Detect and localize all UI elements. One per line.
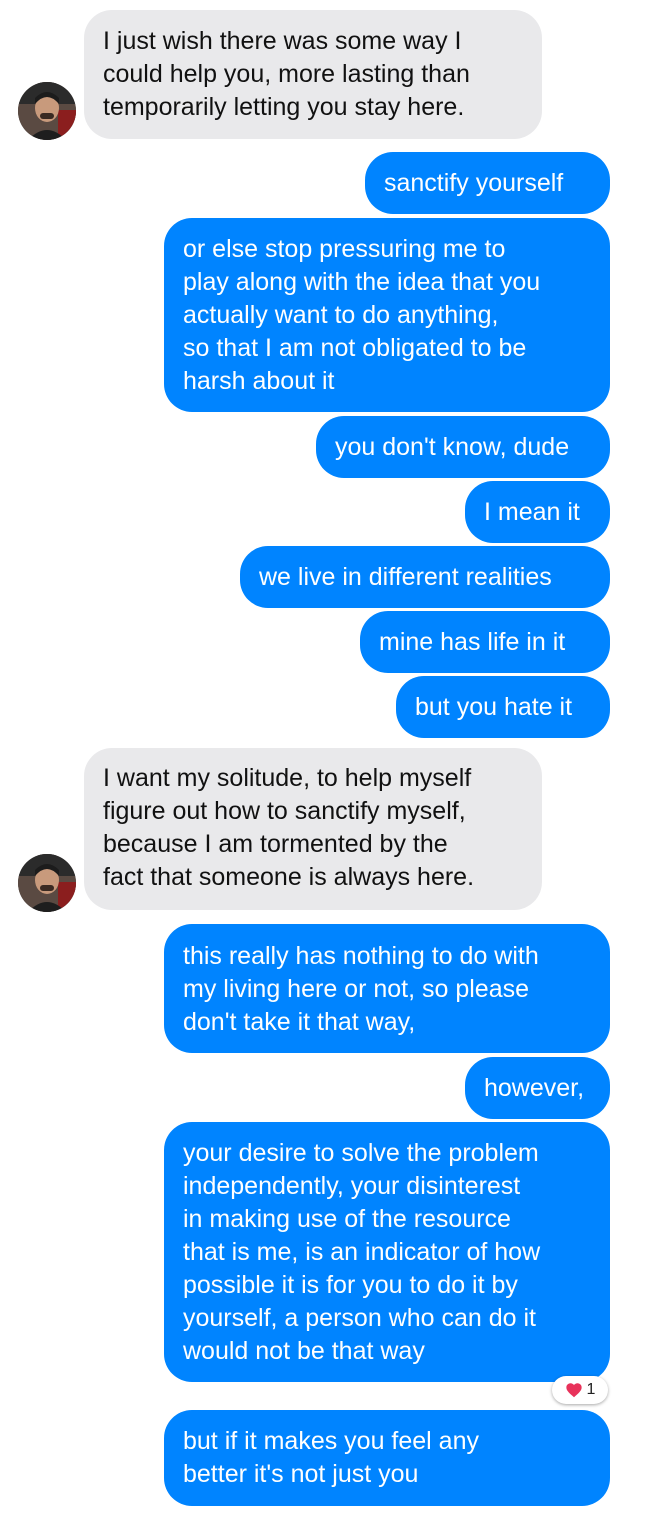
message-line: possible it is for you to do it by <box>183 1271 518 1299</box>
message-line: harsh about it <box>183 367 335 395</box>
message-line: your desire to solve the problem <box>183 1139 539 1167</box>
message-bubble-outgoing[interactable]: however, <box>465 1057 610 1119</box>
message-line: you don't know, dude <box>335 433 570 461</box>
message-line: so that I am not obligated to be <box>183 334 527 362</box>
message-line: play along with the idea that you <box>183 268 541 296</box>
message-bubble-outgoing[interactable]: sanctify yourself <box>365 152 610 214</box>
message-bubble-outgoing[interactable]: I mean it <box>465 481 610 543</box>
message-bubble-incoming[interactable]: I want my solitude, to help myself figur… <box>84 748 542 910</box>
message-line: don't take it that way, <box>183 1008 416 1036</box>
message-line: or else stop pressuring me to <box>183 235 506 263</box>
message-line: we live in different realities <box>259 563 552 591</box>
message-line: temporarily letting you stay here. <box>103 93 465 121</box>
message-line: better it's not just you <box>183 1460 419 1488</box>
message-bubble-outgoing[interactable]: mine has life in it <box>360 611 610 673</box>
message-line: fact that someone is always here. <box>103 863 475 891</box>
reaction-badge[interactable]: 1 <box>552 1376 608 1404</box>
message-line: I mean it <box>484 498 580 526</box>
message-line: figure out how to sanctify myself, <box>103 797 466 825</box>
message-line: I just wish there was some way I <box>103 27 462 55</box>
message-bubble-outgoing[interactable]: you don't know, dude <box>316 416 610 478</box>
message-line: independently, your disinterest <box>183 1172 521 1200</box>
avatar-image <box>18 854 76 912</box>
message-line: yourself, a person who can do it <box>183 1304 536 1332</box>
message-line: could help you, more lasting than <box>103 60 470 88</box>
avatar-image <box>18 82 76 140</box>
message-bubble-outgoing[interactable]: but you hate it <box>396 676 610 738</box>
message-bubble-incoming[interactable]: I just wish there was some way I could h… <box>84 10 542 139</box>
message-bubble-outgoing[interactable]: this really has nothing to do with my li… <box>164 924 610 1053</box>
message-line: that is me, is an indicator of how <box>183 1238 541 1266</box>
message-line: in making use of the resource <box>183 1205 511 1233</box>
message-line: because I am tormented by the <box>103 830 448 858</box>
message-line: sanctify yourself <box>384 169 564 197</box>
message-line: however, <box>484 1074 585 1102</box>
message-bubble-outgoing[interactable]: but if it makes you feel any better it's… <box>164 1410 610 1506</box>
message-line: this really has nothing to do with <box>183 942 539 970</box>
message-bubble-outgoing[interactable]: or else stop pressuring me to play along… <box>164 218 610 412</box>
message-line: mine has life in it <box>379 628 566 656</box>
message-line: my living here or not, so please <box>183 975 530 1003</box>
message-bubble-outgoing[interactable]: we live in different realities <box>240 546 610 608</box>
message-line: but if it makes you feel any <box>183 1427 479 1455</box>
message-bubble-outgoing[interactable]: your desire to solve the problem indepen… <box>164 1122 610 1382</box>
message-line: but you hate it <box>415 693 573 721</box>
avatar[interactable] <box>18 854 76 912</box>
heart-icon <box>565 1383 582 1398</box>
avatar[interactable] <box>18 82 76 140</box>
reaction-count: 1 <box>586 1381 596 1398</box>
message-line: I want my solitude, to help myself <box>103 764 472 792</box>
message-line: actually want to do anything, <box>183 301 499 329</box>
message-line: would not be that way <box>183 1337 425 1365</box>
